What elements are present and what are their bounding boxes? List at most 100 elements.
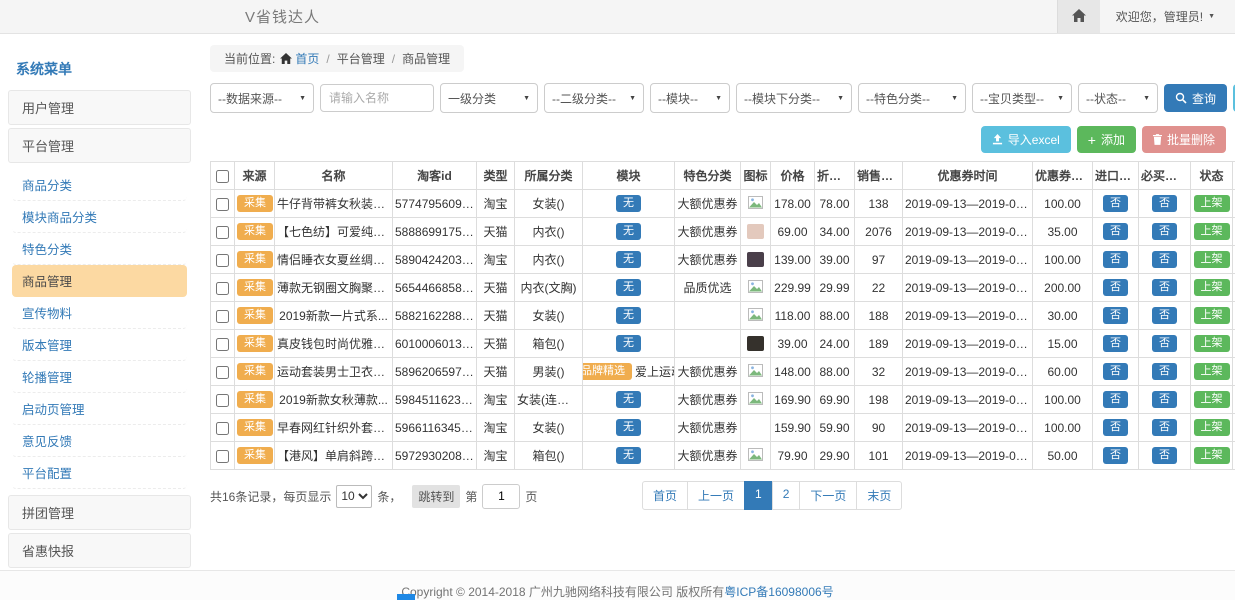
import-excel-button[interactable]: 导入excel <box>981 126 1071 153</box>
status-badge[interactable]: 上架 <box>1194 195 1230 212</box>
feature-category-cell: 大额优惠券 <box>675 358 741 386</box>
filter-select-3[interactable]: --模块--▼ <box>650 83 730 113</box>
source-badge: 采集 <box>237 447 273 464</box>
must-buy-badge[interactable]: 否 <box>1152 391 1177 408</box>
imported-cell: 否 <box>1093 218 1139 246</box>
filter-select-4[interactable]: --模块下分类--▼ <box>736 83 852 113</box>
pager-item-4[interactable]: 下一页 <box>799 481 857 510</box>
sidebar-subitem-1-1[interactable]: 模块商品分类 <box>12 201 187 233</box>
row-checkbox[interactable] <box>216 450 229 463</box>
pager-item-1[interactable]: 上一页 <box>687 481 745 510</box>
imported-badge[interactable]: 否 <box>1103 447 1128 464</box>
jump-to-button[interactable]: 跳转到 <box>412 485 460 508</box>
sidebar-subitem-1-5[interactable]: 版本管理 <box>12 329 187 361</box>
imported-badge[interactable]: 否 <box>1103 363 1128 380</box>
pager-item-5[interactable]: 末页 <box>856 481 902 510</box>
select-all-checkbox[interactable] <box>216 170 229 183</box>
source-cell: 采集 <box>235 414 275 442</box>
sidebar-subitem-1-9[interactable]: 平台配置 <box>12 457 187 489</box>
must-buy-badge[interactable]: 否 <box>1152 363 1177 380</box>
page-number-input[interactable] <box>482 484 520 509</box>
imported-badge[interactable]: 否 <box>1103 335 1128 352</box>
status-badge[interactable]: 上架 <box>1194 419 1230 436</box>
sidebar-submenu: 商品分类模块商品分类特色分类商品管理宣传物料版本管理轮播管理启动页管理意见反馈平… <box>8 166 191 495</box>
filter-select-0[interactable]: --数据来源--▼ <box>210 83 314 113</box>
status-badge[interactable]: 上架 <box>1194 307 1230 324</box>
filter-select-2[interactable]: --二级分类--▼ <box>544 83 644 113</box>
pager-item-2[interactable]: 1 <box>744 481 773 510</box>
sidebar-subitem-1-0[interactable]: 商品分类 <box>12 169 187 201</box>
search-input[interactable] <box>320 84 434 112</box>
pager-item-3[interactable]: 2 <box>772 481 801 510</box>
sidebar-item-2[interactable]: 拼团管理 <box>8 495 191 530</box>
module-label: 爱上运动 <box>635 363 675 380</box>
row-checkbox[interactable] <box>216 254 229 267</box>
must-buy-badge[interactable]: 否 <box>1152 335 1177 352</box>
row-checkbox[interactable] <box>216 394 229 407</box>
row-checkbox[interactable] <box>216 310 229 323</box>
must-buy-badge[interactable]: 否 <box>1152 447 1177 464</box>
icp-link[interactable]: 粤ICP备16098006号 <box>724 585 833 599</box>
row-checkbox[interactable] <box>216 198 229 211</box>
price-cell: 79.90 <box>771 442 815 470</box>
pager: 首页上一页12下一页末页 <box>642 481 902 510</box>
sidebar-item-3[interactable]: 省惠快报 <box>8 533 191 568</box>
module-badge: 无 <box>616 251 641 268</box>
status-badge[interactable]: 上架 <box>1194 335 1230 352</box>
row-select-cell <box>211 414 235 442</box>
app-title: V省钱达人 <box>245 6 320 27</box>
imported-badge[interactable]: 否 <box>1103 419 1128 436</box>
sidebar-subitem-1-4[interactable]: 宣传物料 <box>12 297 187 329</box>
status-badge[interactable]: 上架 <box>1194 279 1230 296</box>
sidebar-item-1[interactable]: 平台管理 <box>8 128 191 163</box>
filter-select-value: --宝贝类型-- <box>980 90 1044 107</box>
query-button[interactable]: 查询 <box>1164 84 1227 112</box>
status-badge[interactable]: 上架 <box>1194 447 1230 464</box>
sidebar-subitem-1-3[interactable]: 商品管理 <box>12 265 187 297</box>
status-badge[interactable]: 上架 <box>1194 391 1230 408</box>
imported-badge[interactable]: 否 <box>1103 279 1128 296</box>
must-buy-badge[interactable]: 否 <box>1152 251 1177 268</box>
sidebar-subitem-1-2[interactable]: 特色分类 <box>12 233 187 265</box>
row-checkbox[interactable] <box>216 282 229 295</box>
sidebar-subitem-1-6[interactable]: 轮播管理 <box>12 361 187 393</box>
status-badge[interactable]: 上架 <box>1194 223 1230 240</box>
sidebar-item-0[interactable]: 用户管理 <box>8 90 191 125</box>
must-buy-badge[interactable]: 否 <box>1152 195 1177 212</box>
row-checkbox[interactable] <box>216 226 229 239</box>
breadcrumb-item-1[interactable]: 商品管理 <box>402 50 450 67</box>
imported-badge[interactable]: 否 <box>1103 307 1128 324</box>
row-checkbox[interactable] <box>216 366 229 379</box>
breadcrumb-home-link[interactable]: 首页 <box>295 50 319 67</box>
sidebar-subitem-1-8[interactable]: 意见反馈 <box>12 425 187 457</box>
imported-badge[interactable]: 否 <box>1103 223 1128 240</box>
imported-cell: 否 <box>1093 302 1139 330</box>
page-size-select[interactable]: 10 <box>336 485 372 508</box>
sidebar-subitem-1-7[interactable]: 启动页管理 <box>12 393 187 425</box>
must-buy-badge[interactable]: 否 <box>1152 307 1177 324</box>
discount-price-cell: 29.99 <box>815 274 855 302</box>
filter-select-7[interactable]: --状态--▼ <box>1078 83 1158 113</box>
must-buy-badge[interactable]: 否 <box>1152 223 1177 240</box>
row-checkbox[interactable] <box>216 338 229 351</box>
filter-select-5[interactable]: --特色分类--▼ <box>858 83 966 113</box>
imported-badge[interactable]: 否 <box>1103 251 1128 268</box>
status-badge[interactable]: 上架 <box>1194 363 1230 380</box>
must-buy-badge[interactable]: 否 <box>1152 279 1177 296</box>
status-badge[interactable]: 上架 <box>1194 251 1230 268</box>
user-menu[interactable]: 欢迎您，管理员! ▼ <box>1100 0 1235 33</box>
filter-select-6[interactable]: --宝贝类型--▼ <box>972 83 1072 113</box>
batch-delete-button[interactable]: 批量删除 <box>1142 126 1226 153</box>
row-checkbox[interactable] <box>216 422 229 435</box>
pager-item-0[interactable]: 首页 <box>642 481 688 510</box>
add-button[interactable]: + 添加 <box>1077 126 1136 153</box>
discount-price-cell: 88.00 <box>815 302 855 330</box>
bottom-blue-artifact <box>397 594 415 600</box>
imported-badge[interactable]: 否 <box>1103 195 1128 212</box>
must-buy-badge[interactable]: 否 <box>1152 419 1177 436</box>
imported-badge[interactable]: 否 <box>1103 391 1128 408</box>
filter-select-1[interactable]: 一级分类▼ <box>440 83 538 113</box>
home-button[interactable] <box>1057 0 1100 33</box>
source-cell: 采集 <box>235 246 275 274</box>
breadcrumb-item-0[interactable]: 平台管理 <box>337 50 385 67</box>
